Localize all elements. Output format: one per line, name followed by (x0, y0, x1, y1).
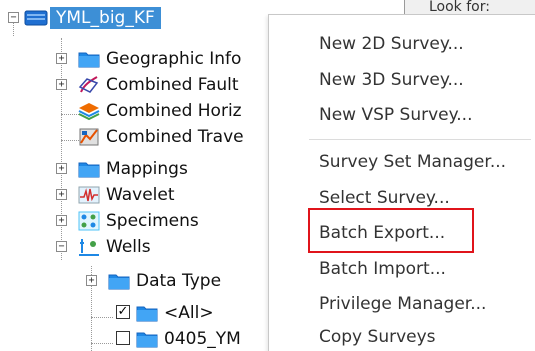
fault-icon (78, 75, 100, 95)
expand-icon[interactable]: + (56, 79, 67, 90)
checkbox-unchecked[interactable] (116, 331, 130, 345)
context-menu: New 2D Survey... New 3D Survey... New VS… (268, 14, 535, 351)
tree-item-label: Specimens (106, 211, 199, 231)
tree-item-mappings[interactable]: + Mappings (0, 156, 270, 182)
tree-item-wavelet[interactable]: + Wavelet (0, 182, 270, 208)
specimens-icon (78, 211, 100, 231)
expand-icon[interactable]: + (56, 53, 67, 64)
menu-item-batch-import[interactable]: Batch Import... (319, 257, 446, 281)
tree-item-specimens[interactable]: + Specimens (0, 208, 270, 234)
tree-root-label: YML_big_KF (50, 7, 161, 29)
look-for-label: Look for: (429, 0, 490, 15)
batch-export-highlight (308, 208, 474, 253)
tree-item-combined-horizon[interactable]: Combined Horiz (0, 98, 270, 124)
folder-icon (136, 329, 158, 349)
menu-item-new-3d-survey[interactable]: New 3D Survey... (319, 68, 464, 92)
tree-item-label: Wavelet (106, 185, 175, 205)
checkbox-checked[interactable]: ✓ (116, 305, 130, 319)
folder-icon (78, 159, 100, 179)
survey-tree: − YML_big_KF + Geographic Info + Combine… (0, 0, 270, 351)
tree-item-all[interactable]: ✓ <All> (0, 300, 270, 326)
expand-icon[interactable]: + (56, 189, 67, 200)
wells-icon (78, 237, 100, 257)
expand-icon[interactable]: + (56, 215, 67, 226)
traverse-icon (78, 127, 100, 147)
tree-item-label: Mappings (106, 159, 188, 179)
folder-icon (108, 271, 130, 291)
expand-icon[interactable]: + (56, 163, 67, 174)
menu-item-survey-set-manager[interactable]: Survey Set Manager... (319, 150, 506, 174)
expand-icon[interactable]: + (86, 275, 97, 286)
folder-icon (136, 303, 158, 323)
menu-item-new-vsp-survey[interactable]: New VSP Survey... (319, 103, 472, 127)
tree-item-label: Data Type (136, 271, 222, 291)
survey-database-icon (24, 9, 48, 29)
tree-item-label: Geographic Info (106, 49, 242, 69)
menu-item-new-2d-survey[interactable]: New 2D Survey... (319, 32, 464, 56)
folder-icon (78, 49, 100, 69)
tree-item-label: 0405_YM (164, 329, 241, 349)
tree-item-label: Combined Trave (106, 127, 244, 147)
screen: − YML_big_KF + Geographic Info + Combine… (0, 0, 535, 351)
tree-root-row[interactable]: − YML_big_KF (0, 5, 270, 31)
tree-item-combined-traverse[interactable]: Combined Trave (0, 124, 270, 150)
tree-item-geographic-info[interactable]: + Geographic Info (0, 46, 270, 72)
tree-item-combined-fault[interactable]: + Combined Fault (0, 72, 270, 98)
collapse-icon[interactable]: − (56, 241, 67, 252)
tree-item-data-type[interactable]: + Data Type (0, 268, 270, 294)
menu-separator (309, 139, 531, 140)
horizon-icon (78, 101, 100, 121)
tree-item-wells[interactable]: − Wells (0, 234, 270, 260)
menu-item-copy-surveys[interactable]: Copy Surveys (319, 325, 436, 349)
menu-item-privilege-manager[interactable]: Privilege Manager... (319, 292, 486, 316)
menu-item-select-survey[interactable]: Select Survey... (319, 186, 450, 210)
tree-item-0405-ym[interactable]: 0405_YM (0, 326, 270, 351)
tree-item-label: Combined Fault (106, 75, 239, 95)
tree-item-label: Combined Horiz (106, 101, 242, 121)
collapse-icon[interactable]: − (8, 12, 19, 23)
tree-item-label: Wells (106, 237, 151, 257)
tree-item-label: <All> (164, 303, 214, 323)
wavelet-icon (78, 185, 100, 205)
